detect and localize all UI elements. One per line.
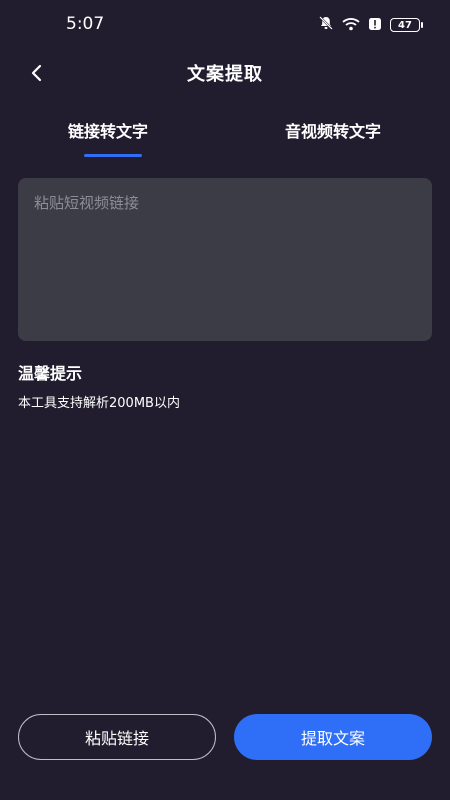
wifi-icon [342, 16, 360, 35]
link-input[interactable] [32, 190, 422, 333]
nav-bar: 文案提取 [0, 48, 450, 98]
battery-icon: 47 [390, 18, 423, 32]
alert-icon [368, 16, 382, 35]
extract-copy-button[interactable]: 提取文案 [234, 714, 432, 760]
status-bar: 5:07 47 [0, 0, 450, 48]
battery-level: 47 [398, 19, 412, 31]
status-time: 5:07 [66, 14, 105, 34]
tab-link-to-text[interactable]: 链接转文字 [68, 118, 148, 142]
tips-text: 本工具支持解析200MB以内 [18, 396, 180, 411]
page-title: 文案提取 [187, 64, 263, 85]
active-tab-indicator [84, 154, 142, 157]
status-icons: 47 [318, 15, 423, 35]
tab-media-to-text[interactable]: 音视频转文字 [285, 118, 381, 142]
tab-bar: 链接转文字 音视频转文字 [0, 118, 450, 162]
paste-link-button[interactable]: 粘贴链接 [18, 714, 216, 760]
bell-off-icon [318, 15, 334, 35]
link-input-box[interactable] [18, 178, 432, 341]
tips-title: 温馨提示 [18, 364, 83, 383]
